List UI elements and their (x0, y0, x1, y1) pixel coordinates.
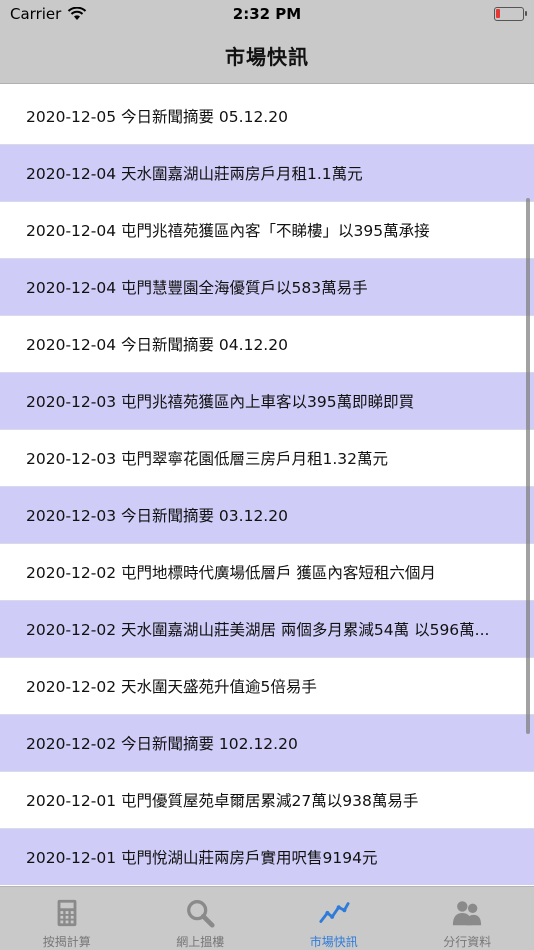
status-bar: Carrier 2:32 PM (0, 0, 534, 28)
news-list[interactable]: 2020-12-05 今日新聞摘要 05.12.20 2020-12-04 天水圍… (0, 88, 534, 885)
news-list-item[interactable]: 2020-12-02 天水圍嘉湖山莊美湖居 兩個多月累減54萬 以596萬... (0, 601, 534, 658)
page-title: 市場快訊 (225, 45, 309, 69)
news-headline: 2020-12-03 屯門兆禧苑獲區內上車客以395萬即睇即買 (26, 393, 415, 411)
news-headline: 2020-12-05 今日新聞摘要 05.12.20 (26, 108, 288, 126)
news-list-item[interactable]: 2020-12-04 屯門兆禧苑獲區內客「不睇樓」以395萬承接 (0, 202, 534, 259)
news-headline: 2020-12-01 屯門優質屋苑卓爾居累減27萬以938萬易手 (26, 792, 419, 810)
news-list-item[interactable]: 2020-12-01 屯門悅湖山莊兩房戶實用呎售9194元 (0, 829, 534, 885)
news-headline: 2020-12-02 天水圍天盛苑升值逾5倍易手 (26, 678, 317, 696)
tab-label: 網上搵樓 (176, 935, 225, 949)
scrollbar[interactable] (526, 198, 530, 734)
tab-market-news[interactable]: 市場快訊 (267, 887, 401, 950)
news-headline: 2020-12-04 天水圍嘉湖山莊兩房戶月租1.1萬元 (26, 165, 363, 183)
news-headline: 2020-12-01 屯門悅湖山莊兩房戶實用呎售9194元 (26, 849, 378, 867)
news-list-item[interactable]: 2020-12-03 屯門翠寧花園低層三房戶月租1.32萬元 (0, 430, 534, 487)
news-headline: 2020-12-04 屯門兆禧苑獲區內客「不睇樓」以395萬承接 (26, 222, 430, 240)
line-chart-icon (319, 902, 350, 923)
news-list-item[interactable]: 2020-12-01 屯門優質屋苑卓爾居累減27萬以938萬易手 (0, 772, 534, 829)
news-headline: 2020-12-02 天水圍嘉湖山莊美湖居 兩個多月累減54萬 以596萬... (26, 621, 490, 639)
tab-property-search[interactable]: 網上搵樓 (134, 887, 268, 950)
navigation-bar: 市場快訊 (0, 28, 534, 84)
news-headline: 2020-12-04 今日新聞摘要 04.12.20 (26, 336, 288, 354)
news-list-item[interactable]: 2020-12-04 天水圍嘉湖山莊兩房戶月租1.1萬元 (0, 145, 534, 202)
news-headline: 2020-12-03 屯門翠寧花園低層三房戶月租1.32萬元 (26, 450, 389, 468)
news-list-item[interactable]: 2020-12-03 今日新聞摘要 03.12.20 (0, 487, 534, 544)
news-list-item[interactable]: 2020-12-03 屯門兆禧苑獲區內上車客以395萬即睇即買 (0, 373, 534, 430)
tab-label: 按揭計算 (42, 935, 91, 949)
news-list-item[interactable]: 2020-12-02 天水圍天盛苑升值逾5倍易手 (0, 658, 534, 715)
news-list-item[interactable]: 2020-12-04 屯門慧豐園全海優質戶以583萬易手 (0, 259, 534, 316)
news-headline: 2020-12-03 今日新聞摘要 03.12.20 (26, 507, 288, 525)
magnifier-icon (187, 900, 215, 928)
news-list-item[interactable]: 2020-12-02 屯門地標時代廣場低層戶 獲區內客短租六個月 (0, 544, 534, 601)
tab-label: 市場快訊 (309, 935, 358, 949)
status-time: 2:32 PM (232, 5, 302, 23)
news-list-item[interactable]: 2020-12-05 今日新聞摘要 05.12.20 (0, 88, 534, 145)
tab-label: 分行資料 (443, 935, 492, 949)
tab-bar: 按揭計算 網上搵樓 市場快訊 分行資料 (0, 886, 534, 950)
people-icon (453, 901, 482, 926)
news-headline: 2020-12-02 屯門地標時代廣場低層戶 獲區內客短租六個月 (26, 564, 436, 582)
news-headline: 2020-12-02 今日新聞摘要 102.12.20 (26, 735, 298, 753)
tab-mortgage-calculator[interactable]: 按揭計算 (0, 887, 134, 950)
calculator-icon (57, 899, 77, 927)
news-list-item[interactable]: 2020-12-04 今日新聞摘要 04.12.20 (0, 316, 534, 373)
tab-branch-info[interactable]: 分行資料 (401, 887, 534, 950)
news-list-item[interactable]: 2020-12-02 今日新聞摘要 102.12.20 (0, 715, 534, 772)
battery-icon (494, 7, 527, 21)
news-headline: 2020-12-04 屯門慧豐園全海優質戶以583萬易手 (26, 279, 368, 297)
